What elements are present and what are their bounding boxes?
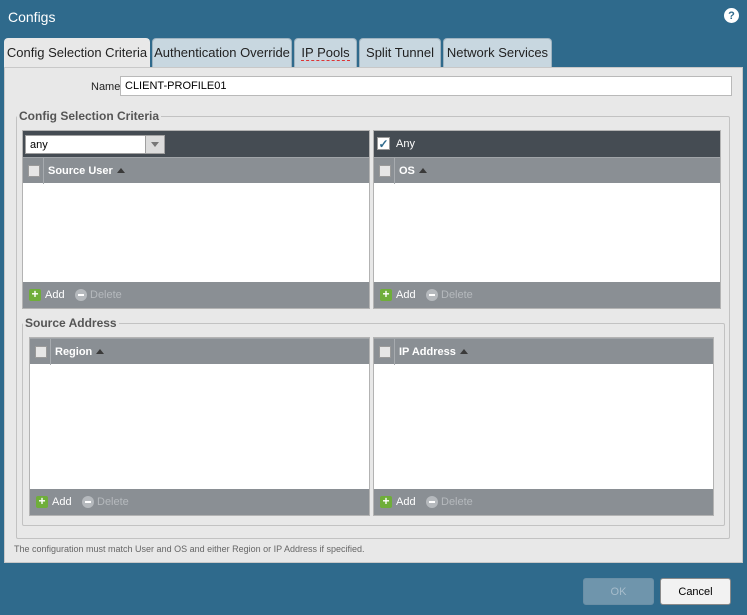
os-toolbar: + Add Delete	[374, 282, 720, 308]
sort-asc-icon	[459, 349, 468, 354]
user-select-value: any	[30, 139, 48, 151]
ip-address-grid: IP Address + Add Delete	[373, 337, 714, 516]
name-label: Name	[91, 81, 121, 93]
column-divider	[43, 158, 44, 184]
select-all-checkbox[interactable]	[35, 346, 47, 358]
delete-icon	[75, 289, 87, 301]
select-all-checkbox[interactable]	[379, 346, 391, 358]
sort-asc-icon	[96, 349, 105, 354]
ip-address-header: IP Address	[374, 338, 713, 365]
os-filter-bar: ✓ Any	[374, 131, 720, 157]
help-icon[interactable]: ?	[724, 8, 739, 23]
source-user-add-button[interactable]: Add	[45, 289, 65, 301]
footnote-text: The configuration must match User and OS…	[14, 544, 365, 554]
region-column-label: Region	[55, 346, 93, 358]
region-column-header[interactable]: Region	[55, 346, 105, 358]
region-add-button[interactable]: Add	[52, 496, 72, 508]
ok-button[interactable]: OK	[583, 578, 654, 605]
region-header: Region	[30, 338, 369, 365]
name-input[interactable]	[120, 76, 732, 96]
chevron-down-icon[interactable]	[145, 136, 164, 153]
sort-asc-icon	[418, 168, 427, 173]
select-all-checkbox[interactable]	[379, 165, 391, 177]
source-user-toolbar: + Add Delete	[23, 282, 369, 308]
region-delete-button: Delete	[97, 496, 129, 508]
delete-icon	[426, 289, 438, 301]
os-column-header[interactable]: OS	[399, 165, 427, 177]
select-all-checkbox[interactable]	[28, 165, 40, 177]
user-select-dropdown[interactable]: any	[25, 135, 165, 154]
tab-config-selection-criteria[interactable]: Config Selection Criteria	[4, 38, 150, 69]
tab-panel: Name Config Selection Criteria any Sourc…	[4, 67, 743, 563]
tab-ip-pools-label: IP Pools	[301, 45, 350, 61]
ip-address-column-header[interactable]: IP Address	[399, 346, 468, 358]
os-any-checkbox[interactable]: ✓	[377, 137, 390, 150]
source-address-legend: Source Address	[25, 316, 117, 330]
ip-address-toolbar: + Add Delete	[374, 489, 713, 515]
ip-address-add-button[interactable]: Add	[396, 496, 416, 508]
add-icon[interactable]: +	[36, 495, 48, 508]
config-selection-legend: Config Selection Criteria	[19, 109, 160, 123]
add-icon[interactable]: +	[380, 288, 392, 301]
region-grid: Region + Add Delete	[29, 337, 370, 516]
source-user-header: Source User	[23, 157, 369, 184]
os-add-button[interactable]: Add	[396, 289, 416, 301]
user-filter-bar: any	[23, 131, 369, 157]
column-divider	[394, 339, 395, 365]
ip-address-delete-button: Delete	[441, 496, 473, 508]
source-user-column-header[interactable]: Source User	[48, 165, 125, 177]
column-divider	[394, 158, 395, 184]
source-user-delete-button: Delete	[90, 289, 122, 301]
dialog-title: Configs	[8, 9, 56, 25]
source-user-column-label: Source User	[48, 165, 113, 177]
add-icon[interactable]: +	[29, 288, 41, 301]
tab-authentication-override[interactable]: Authentication Override	[152, 38, 292, 67]
os-header: OS	[374, 157, 720, 184]
delete-icon	[82, 496, 94, 508]
os-column-label: OS	[399, 165, 415, 177]
delete-icon	[426, 496, 438, 508]
dialog-titlebar: Configs ?	[0, 0, 747, 36]
source-user-grid: any Source User + Add Delete	[22, 130, 370, 309]
os-grid: ✓ Any OS + Add Delete	[373, 130, 721, 309]
add-icon[interactable]: +	[380, 495, 392, 508]
sort-asc-icon	[116, 168, 125, 173]
tab-ip-pools[interactable]: IP Pools	[294, 38, 357, 67]
cancel-button[interactable]: Cancel	[660, 578, 731, 605]
region-toolbar: + Add Delete	[30, 489, 369, 515]
column-divider	[50, 339, 51, 365]
os-any-label: Any	[396, 138, 415, 150]
tab-network-services[interactable]: Network Services	[443, 38, 552, 67]
ip-address-column-label: IP Address	[399, 346, 456, 358]
tab-split-tunnel[interactable]: Split Tunnel	[359, 38, 441, 67]
os-delete-button: Delete	[441, 289, 473, 301]
